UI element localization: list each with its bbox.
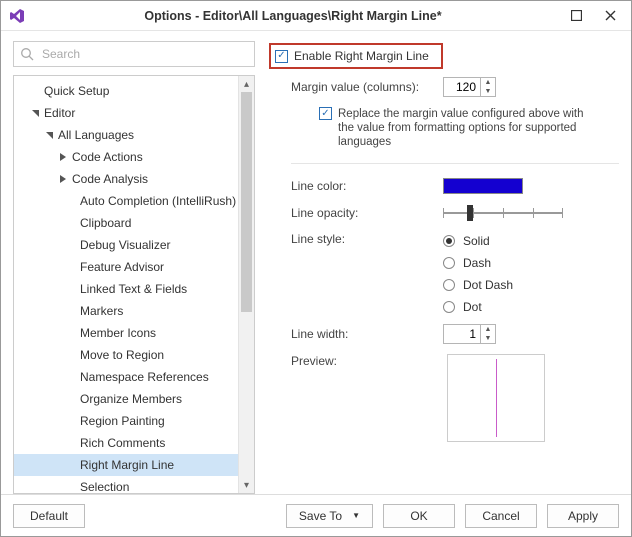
line-color-row: Line color: [291,178,619,194]
tree-item-quick-setup[interactable]: Quick Setup [14,80,238,102]
spinner-up-icon[interactable]: ▲ [481,78,495,87]
tree-item-auto-completion[interactable]: Auto Completion (IntelliRush) [14,190,238,212]
save-to-button[interactable]: Save To ▼ [286,504,373,528]
tree-item-organize-members[interactable]: Organize Members [14,388,238,410]
spinner-down-icon[interactable]: ▼ [481,87,495,96]
line-opacity-label: Line opacity: [291,206,431,220]
line-color-label: Line color: [291,179,431,193]
tree-item-rich-comments[interactable]: Rich Comments [14,432,238,454]
radio-icon[interactable] [443,257,455,269]
tree-item-feature-advisor[interactable]: Feature Advisor [14,256,238,278]
radio-icon[interactable] [443,301,455,313]
apply-button[interactable]: Apply [547,504,619,528]
spinner-up-icon[interactable]: ▲ [481,325,495,334]
line-width-spinner[interactable]: ▲ ▼ [443,324,496,344]
settings-panel: Enable Right Margin Line Margin value (c… [269,41,619,494]
default-button[interactable]: Default [13,504,85,528]
expander-icon[interactable] [56,153,70,161]
chevron-down-icon: ▼ [352,511,360,520]
enable-label: Enable Right Margin Line [294,49,429,63]
scroll-down-icon[interactable]: ▾ [239,477,254,493]
margin-value-input[interactable] [444,80,480,94]
preview-row: Preview: [291,354,619,442]
preview-margin-line [496,359,497,437]
app-icon [9,8,25,24]
separator [291,163,619,164]
tree-item-selection[interactable]: Selection [14,476,238,493]
tree-scrollbar[interactable]: ▴ ▾ [238,76,254,493]
radio-solid[interactable]: Solid [443,234,513,248]
margin-value-row: Margin value (columns): ▲ ▼ [291,77,619,97]
radio-icon[interactable] [443,235,455,247]
radio-icon[interactable] [443,279,455,291]
radio-dot[interactable]: Dot [443,300,513,314]
expander-icon[interactable] [42,131,56,140]
search-icon [20,47,34,61]
tree-item-namespace-references[interactable]: Namespace References [14,366,238,388]
tree-item-all-languages[interactable]: All Languages [14,124,238,146]
window-title: Options - Editor\All Languages\Right Mar… [31,9,555,23]
line-style-row: Line style: Solid Dash Dot Dash Dot [291,232,619,314]
preview-box [447,354,545,442]
tree-item-region-painting[interactable]: Region Painting [14,410,238,432]
search-input[interactable] [40,46,248,62]
tree-item-debug-visualizer[interactable]: Debug Visualizer [14,234,238,256]
options-tree: Quick Setup Editor All Languages Code Ac… [13,75,255,494]
dialog-footer: Default Save To ▼ OK Cancel Apply [1,494,631,536]
expander-icon[interactable] [56,175,70,183]
line-width-input[interactable] [444,327,480,341]
tree-item-code-actions[interactable]: Code Actions [14,146,238,168]
radio-dash[interactable]: Dash [443,256,513,270]
tree-item-clipboard[interactable]: Clipboard [14,212,238,234]
margin-value-spinner[interactable]: ▲ ▼ [443,77,496,97]
content-area: Quick Setup Editor All Languages Code Ac… [1,31,631,494]
tree-item-code-analysis[interactable]: Code Analysis [14,168,238,190]
cancel-button[interactable]: Cancel [465,504,537,528]
line-opacity-slider[interactable] [443,204,563,222]
expander-icon[interactable] [28,109,42,118]
replace-margin-row[interactable]: Replace the margin value configured abov… [291,107,619,149]
radio-dot-dash[interactable]: Dot Dash [443,278,513,292]
enable-checkbox[interactable] [275,50,288,63]
line-width-label: Line width: [291,327,431,341]
line-style-label: Line style: [291,232,431,246]
enable-right-margin-row[interactable]: Enable Right Margin Line [269,43,443,69]
ok-button[interactable]: OK [383,504,455,528]
slider-thumb[interactable] [467,205,473,221]
maximize-button[interactable] [563,7,589,25]
left-panel: Quick Setup Editor All Languages Code Ac… [13,41,255,494]
search-box[interactable] [13,41,255,67]
replace-checkbox[interactable] [319,107,332,120]
line-color-swatch[interactable] [443,178,523,194]
tree-item-right-margin-line[interactable]: Right Margin Line [14,454,238,476]
line-opacity-row: Line opacity: [291,204,619,222]
line-width-row: Line width: ▲ ▼ [291,324,619,344]
margin-value-label: Margin value (columns): [291,80,431,94]
titlebar: Options - Editor\All Languages\Right Mar… [1,1,631,31]
scrollbar-thumb[interactable] [241,92,252,312]
spinner-down-icon[interactable]: ▼ [481,334,495,343]
tree-item-move-to-region[interactable]: Move to Region [14,344,238,366]
tree-item-markers[interactable]: Markers [14,300,238,322]
close-button[interactable] [597,7,623,25]
preview-label: Preview: [291,354,431,368]
tree-item-editor[interactable]: Editor [14,102,238,124]
tree-item-member-icons[interactable]: Member Icons [14,322,238,344]
scroll-up-icon[interactable]: ▴ [239,76,254,92]
line-style-group: Solid Dash Dot Dash Dot [443,232,513,314]
tree-item-linked-text[interactable]: Linked Text & Fields [14,278,238,300]
replace-label: Replace the margin value configured abov… [338,107,598,149]
